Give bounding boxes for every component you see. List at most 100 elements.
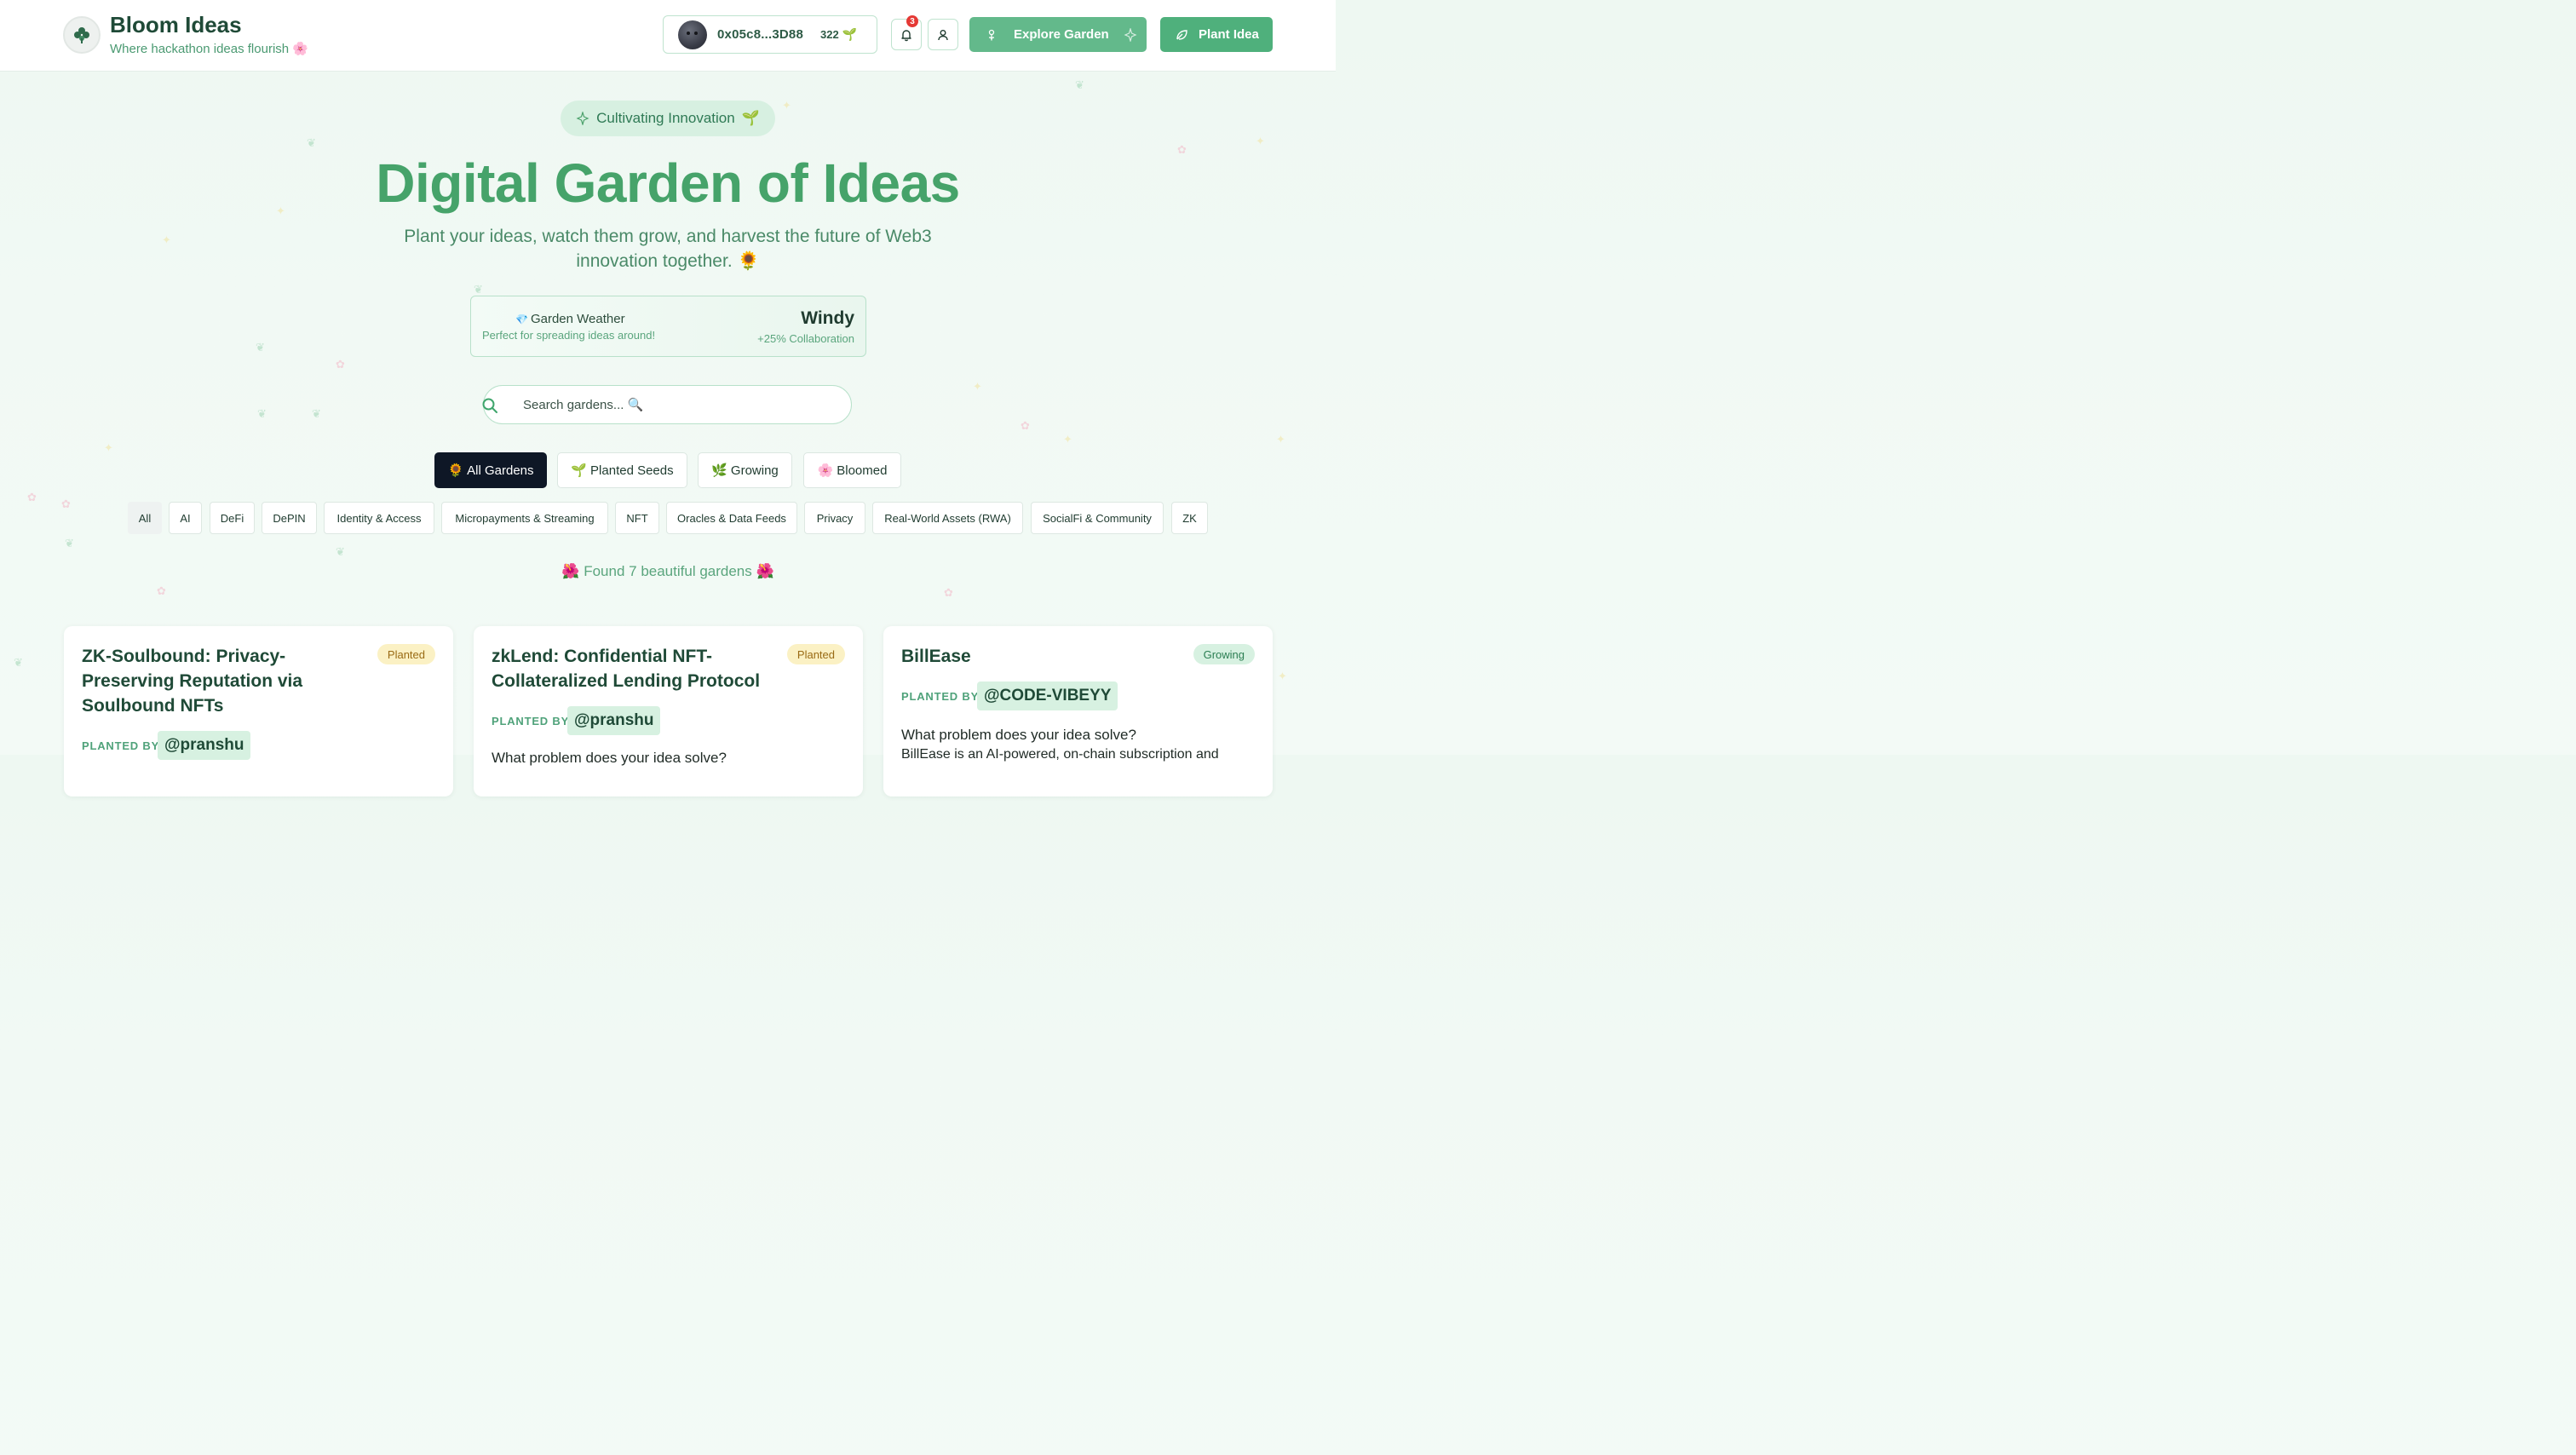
bloom-logo[interactable] [63, 16, 101, 54]
sparkle-decoration-icon: ✦ [1276, 433, 1285, 446]
tab-planted-seeds[interactable]: 🌱 Planted Seeds [557, 452, 687, 488]
idea-title[interactable]: BillEase [901, 644, 1174, 669]
herb-icon: 🌿 [711, 463, 727, 478]
idea-title[interactable]: ZK-Soulbound: Privacy-Preserving Reputat… [82, 644, 354, 718]
search-bar[interactable] [482, 385, 852, 424]
sparkle-decoration-icon: ✦ [973, 380, 982, 393]
notifications-button[interactable]: 3 [891, 15, 922, 50]
sparkle-decoration-icon: ✦ [1278, 670, 1287, 682]
planted-by-label: PLANTED BY [82, 739, 160, 752]
author-tag[interactable]: @pranshu [158, 731, 251, 760]
wallet-chip[interactable]: 0x05c8...3D88 322 🌱 [663, 15, 877, 54]
leaf-decoration-icon: ❦ [65, 537, 74, 549]
flower-decoration-icon: ✿ [27, 491, 37, 503]
category-nft[interactable]: NFT [615, 502, 659, 534]
wallet-points: 322 [820, 28, 839, 41]
category-ai[interactable]: AI [169, 502, 202, 534]
planted-by-label: PLANTED BY [901, 690, 980, 703]
leaf-icon [1176, 29, 1187, 40]
weather-bonus: +25% Collaboration [757, 332, 854, 345]
category-all[interactable]: All [128, 502, 162, 534]
idea-card[interactable]: BillEase Growing PLANTED BY @CODE-VIBEYY… [883, 626, 1273, 797]
tab-label: All Gardens [467, 463, 534, 478]
idea-card[interactable]: ZK-Soulbound: Privacy-Preserving Reputat… [64, 626, 453, 797]
category-depin[interactable]: DePIN [262, 502, 317, 534]
flower-decoration-icon: ✿ [336, 358, 345, 371]
results-text: Found 7 beautiful gardens [584, 563, 752, 579]
weather-condition: Windy [801, 308, 854, 328]
gem-icon: 💎 [515, 313, 528, 325]
bell-icon [901, 29, 911, 41]
hibiscus-icon: 🌺 [561, 563, 580, 579]
sparkle-decoration-icon: ✦ [782, 99, 791, 112]
user-icon [938, 29, 948, 40]
tab-all-gardens[interactable]: 🌻 All Gardens [434, 452, 547, 488]
category-micropayments-streaming[interactable]: Micropayments & Streaming [441, 502, 608, 534]
sprout-icon: 🌱 [842, 27, 858, 41]
brand-title: Bloom Ideas [110, 12, 242, 37]
flower-decoration-icon: ✿ [61, 497, 71, 510]
category-real-world-assets[interactable]: Real-World Assets (RWA) [872, 502, 1023, 534]
brand-subtitle: Where hackathon ideas flourish 🌸 [110, 42, 308, 56]
status-badge: Growing [1193, 644, 1255, 664]
sparkle-decoration-icon: ✦ [1256, 135, 1265, 147]
sprout-icon: 🌱 [741, 110, 760, 126]
tab-bloomed[interactable]: 🌸 Bloomed [803, 452, 901, 488]
plant-idea-button[interactable]: Plant Idea [1160, 17, 1273, 52]
search-input[interactable] [523, 394, 838, 416]
sparkle-decoration-icon: ✦ [104, 441, 113, 454]
idea-title[interactable]: zkLend: Confidential NFT-Collateralized … [492, 644, 764, 693]
sparkle-icon [1124, 27, 1137, 42]
leaf-decoration-icon: ❦ [257, 407, 267, 420]
blossom-icon: 🌸 [817, 463, 834, 478]
leaf-decoration-icon: ❦ [312, 407, 321, 420]
tab-growing[interactable]: 🌿 Growing [698, 452, 792, 488]
category-socialfi-community[interactable]: SocialFi & Community [1031, 502, 1164, 534]
top-header: Bloom Ideas Where hackathon ideas flouri… [0, 0, 1336, 72]
sunflower-icon: 🌻 [447, 463, 464, 478]
author-tag[interactable]: @pranshu [567, 706, 661, 735]
sparkle-decoration-icon: ✦ [162, 233, 171, 246]
wallet-address: 0x05c8...3D88 [717, 27, 804, 42]
leaf-decoration-icon: ❦ [14, 656, 23, 669]
category-oracles-data-feeds[interactable]: Oracles & Data Feeds [666, 502, 797, 534]
flower-decoration-icon: ✿ [1021, 419, 1030, 432]
page-title: Digital Garden of Ideas [376, 152, 960, 214]
weather-description: Perfect for spreading ideas around! [482, 329, 656, 342]
sprout-icon: 🌱 [571, 463, 588, 478]
search-icon [482, 398, 497, 413]
leaf-decoration-icon: ❦ [256, 341, 265, 354]
flower-icon [988, 29, 995, 40]
idea-question: What problem does your idea solve? [492, 750, 727, 766]
pill-label: Cultivating Innovation [596, 110, 735, 126]
flower-decoration-icon: ✿ [944, 586, 953, 599]
category-defi[interactable]: DeFi [210, 502, 255, 534]
leaf-decoration-icon: ❦ [336, 545, 345, 558]
garden-weather-card: 💎 Garden Weather Perfect for spreading id… [470, 296, 866, 357]
hibiscus-icon: 🌺 [756, 563, 774, 579]
explore-garden-button[interactable]: Explore Garden [969, 17, 1147, 52]
results-count: 🌺 Found 7 beautiful gardens 🌺 [0, 563, 1336, 580]
category-zk[interactable]: ZK [1171, 502, 1208, 534]
leaf-decoration-icon: ❦ [474, 283, 483, 296]
leaf-decoration-icon: ❦ [307, 136, 316, 149]
author-tag[interactable]: @CODE-VIBEYY [977, 681, 1118, 710]
plant-idea-label: Plant Idea [1199, 27, 1259, 42]
idea-excerpt: BillEase is an AI-powered, on-chain subs… [901, 747, 1219, 762]
profile-button[interactable] [928, 19, 958, 50]
notification-count-badge: 3 [906, 15, 918, 27]
sparkle-decoration-icon: ✦ [1063, 433, 1072, 446]
status-badge: Planted [377, 644, 435, 664]
category-privacy[interactable]: Privacy [804, 502, 865, 534]
status-badge: Planted [786, 644, 845, 664]
leaf-decoration-icon: ❦ [1075, 78, 1084, 91]
planted-by-label: PLANTED BY [492, 715, 570, 728]
cultivating-innovation-pill: Cultivating Innovation 🌱 [561, 101, 775, 136]
category-identity-access[interactable]: Identity & Access [324, 502, 434, 534]
tab-label: Bloomed [837, 463, 888, 478]
tab-label: Growing [730, 463, 779, 478]
weather-title: 💎 Garden Weather [515, 312, 625, 326]
idea-card[interactable]: zkLend: Confidential NFT-Collateralized … [474, 626, 863, 797]
clover-icon [74, 27, 89, 43]
weather-title-text: Garden Weather [530, 312, 625, 326]
